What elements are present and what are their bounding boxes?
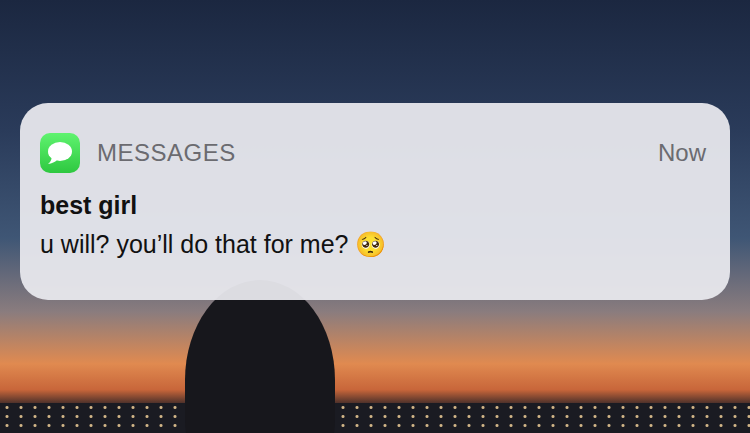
messages-icon [40,133,80,173]
person-silhouette [185,280,335,433]
notification-banner[interactable]: MESSAGES Now best girl u will? you’ll do… [20,103,730,300]
app-name: MESSAGES [97,139,641,167]
speech-bubble-icon [47,141,73,165]
notification-sender: best girl [40,189,706,221]
notification-time: Now [658,139,706,167]
lock-screen: MESSAGES Now best girl u will? you’ll do… [0,0,750,433]
city-lights [0,403,750,433]
notification-header: MESSAGES Now [40,133,706,173]
notification-body: u will? you’ll do that for me? 🥺 [40,227,706,261]
